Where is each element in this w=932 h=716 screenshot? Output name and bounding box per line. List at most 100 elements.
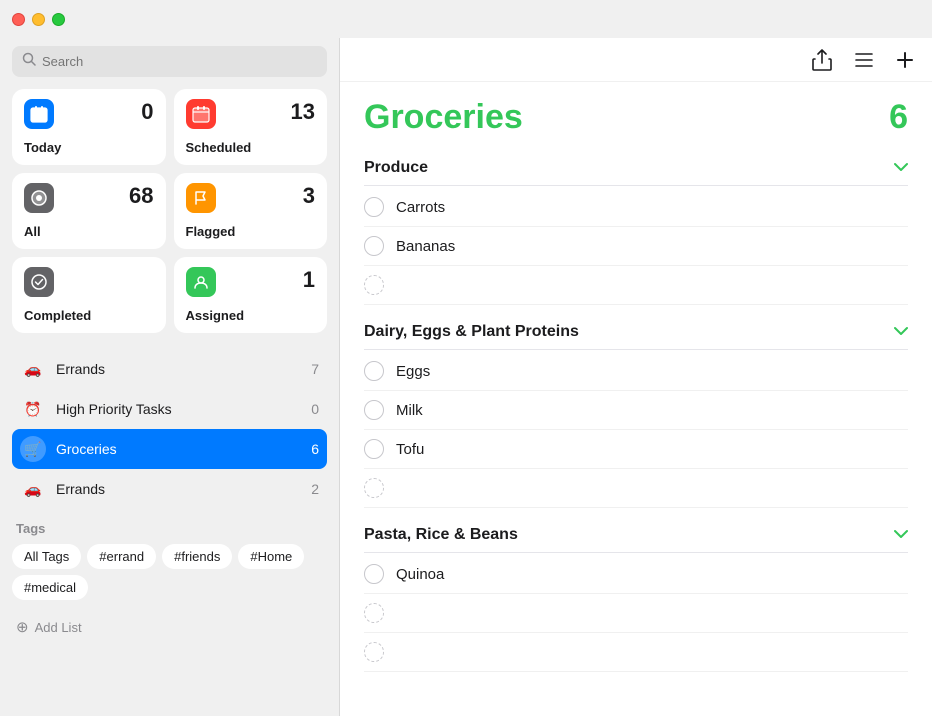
section-produce: Produce Carrots Bananas <box>364 149 908 305</box>
tags-chips: All Tags#errand#friends#Home #medical <box>12 544 327 600</box>
add-list-label: Add List <box>35 620 82 635</box>
task-row-carrots: Carrots <box>364 188 908 227</box>
errands2-label: Errands <box>56 481 301 497</box>
smart-card-flagged[interactable]: 3Flagged <box>174 173 328 249</box>
task-checkbox-carrots[interactable] <box>364 197 384 217</box>
groceries-label: Groceries <box>56 441 301 457</box>
list-item-highpriority[interactable]: ⏰ High Priority Tasks 0 <box>12 389 327 429</box>
add-task-button[interactable] <box>894 49 916 71</box>
section-title-pasta: Pasta, Rice & Beans <box>364 526 518 544</box>
share-button[interactable] <box>810 47 834 73</box>
all-icon <box>24 183 54 213</box>
task-checkbox-empty2[interactable] <box>364 478 384 498</box>
section-title-dairy: Dairy, Eggs & Plant Proteins <box>364 323 579 341</box>
flagged-icon <box>186 183 216 213</box>
content-toolbar <box>340 38 932 82</box>
groceries-icon: 🛒 <box>20 436 46 462</box>
task-label-milk: Milk <box>396 402 423 419</box>
errands1-icon: 🚗 <box>20 356 46 382</box>
smart-card-all[interactable]: 68 All <box>12 173 166 249</box>
maximize-button[interactable] <box>52 13 65 26</box>
highpriority-count: 0 <box>311 401 319 417</box>
assigned-icon <box>186 267 216 297</box>
task-row-empty4 <box>364 633 908 672</box>
task-checkbox-tofu[interactable] <box>364 439 384 459</box>
tags-title: Tags <box>12 521 327 536</box>
task-checkbox-bananas[interactable] <box>364 236 384 256</box>
smart-card-completed[interactable]: Completed <box>12 257 166 333</box>
list-item-errands2[interactable]: 🚗 Errands 2 <box>12 469 327 509</box>
flagged-count: 3 <box>303 183 315 215</box>
section-title-produce: Produce <box>364 159 428 177</box>
task-label-bananas: Bananas <box>396 238 455 255</box>
task-label-quinoa: Quinoa <box>396 566 444 583</box>
search-input[interactable] <box>42 54 317 69</box>
section-header-dairy: Dairy, Eggs & Plant Proteins <box>364 313 908 350</box>
smart-card-scheduled[interactable]: 13Scheduled <box>174 89 328 165</box>
errands1-count: 7 <box>311 361 319 377</box>
add-list-icon: ⊕ <box>16 618 29 636</box>
task-row-milk: Milk <box>364 391 908 430</box>
highpriority-icon: ⏰ <box>20 396 46 422</box>
smart-card-assigned[interactable]: 1 Assigned <box>174 257 328 333</box>
errands1-label: Errands <box>56 361 301 377</box>
highpriority-label: High Priority Tasks <box>56 401 301 417</box>
task-row-empty3 <box>364 594 908 633</box>
task-row-tofu: Tofu <box>364 430 908 469</box>
today-count: 0 <box>141 99 153 131</box>
tag-chip-errand[interactable]: #errand <box>87 544 156 569</box>
completed-label: Completed <box>24 308 154 323</box>
all-label: All <box>24 224 154 239</box>
groceries-count: 6 <box>311 441 319 457</box>
today-label: Today <box>24 140 154 155</box>
scheduled-icon <box>186 99 216 129</box>
tags-section: Tags All Tags#errand#friends#Home #medica… <box>12 521 327 600</box>
errands2-icon: 🚗 <box>20 476 46 502</box>
tag-chip-all-tags[interactable]: All Tags <box>12 544 81 569</box>
section-dairy: Dairy, Eggs & Plant Proteins Eggs Milk Tofu <box>364 313 908 508</box>
user-lists: 🚗 Errands 7 ⏰ High Priority Tasks 0 🛒 Groceries… <box>12 349 327 509</box>
list-item-groceries[interactable]: 🛒 Groceries 6 <box>12 429 327 469</box>
task-row-eggs: Eggs <box>364 352 908 391</box>
task-label-eggs: Eggs <box>396 363 430 380</box>
list-view-button[interactable] <box>852 49 876 71</box>
search-bar[interactable] <box>12 46 327 77</box>
task-checkbox-empty3[interactable] <box>364 603 384 623</box>
tag-chip-friends[interactable]: #friends <box>162 544 232 569</box>
section-chevron-produce[interactable] <box>894 159 908 177</box>
title-bar <box>0 0 932 38</box>
add-list-button[interactable]: ⊕ Add List <box>12 612 327 642</box>
smart-card-today[interactable]: 70Today <box>12 89 166 165</box>
scheduled-label: Scheduled <box>186 140 316 155</box>
search-icon <box>22 52 36 71</box>
list-total-count: 6 <box>889 98 908 137</box>
close-button[interactable] <box>12 13 25 26</box>
section-chevron-dairy[interactable] <box>894 323 908 341</box>
section-pasta: Pasta, Rice & Beans Quinoa <box>364 516 908 672</box>
task-row-empty1 <box>364 266 908 305</box>
tag-chip-medical[interactable]: #medical <box>12 575 88 600</box>
list-header: Groceries 6 <box>364 98 908 137</box>
task-checkbox-empty1[interactable] <box>364 275 384 295</box>
task-row-empty2 <box>364 469 908 508</box>
completed-icon <box>24 267 54 297</box>
task-label-carrots: Carrots <box>396 199 445 216</box>
section-chevron-pasta[interactable] <box>894 526 908 544</box>
task-label-tofu: Tofu <box>396 441 424 458</box>
task-checkbox-milk[interactable] <box>364 400 384 420</box>
list-view: Groceries 6 Produce Carrots Bananas Dairy, … <box>340 82 932 716</box>
task-checkbox-eggs[interactable] <box>364 361 384 381</box>
list-title: Groceries <box>364 98 523 137</box>
minimize-button[interactable] <box>32 13 45 26</box>
list-item-errands1[interactable]: 🚗 Errands 7 <box>12 349 327 389</box>
main-container: 70Today13Scheduled68All3FlaggedCompleted… <box>0 38 932 716</box>
all-count: 68 <box>129 183 153 215</box>
tag-chip-home[interactable]: #Home <box>238 544 304 569</box>
assigned-count: 1 <box>303 267 315 299</box>
errands2-count: 2 <box>311 481 319 497</box>
task-checkbox-quinoa[interactable] <box>364 564 384 584</box>
task-checkbox-empty4[interactable] <box>364 642 384 662</box>
assigned-label: Assigned <box>186 308 316 323</box>
smart-cards-grid: 70Today13Scheduled68All3FlaggedCompleted… <box>12 89 327 333</box>
sidebar: 70Today13Scheduled68All3FlaggedCompleted… <box>0 38 340 716</box>
